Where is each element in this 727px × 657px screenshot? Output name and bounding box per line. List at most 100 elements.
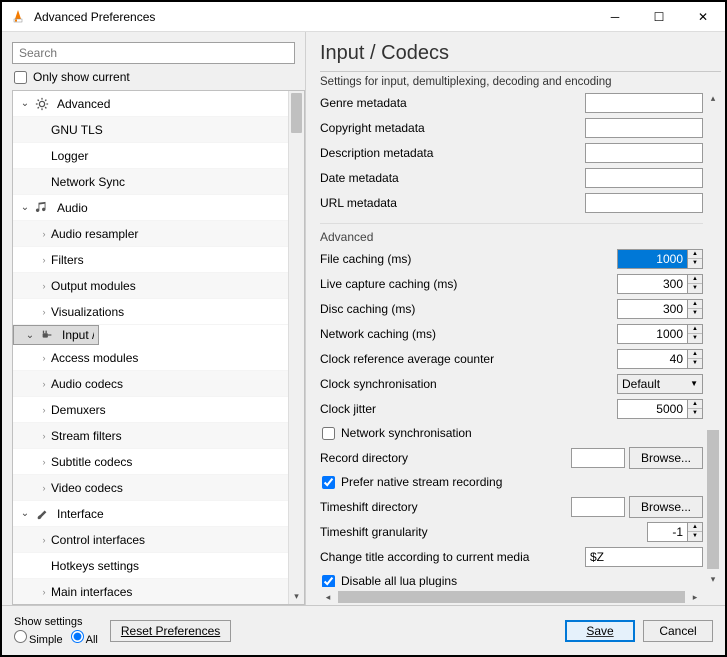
tree-node-network-sync[interactable]: Network Sync xyxy=(13,169,288,195)
timeshift-gran-input[interactable] xyxy=(647,522,687,542)
genre-metadata-input[interactable] xyxy=(585,93,703,113)
tree-node-access-modules[interactable]: ›Access modules xyxy=(13,345,288,371)
spin-up-icon[interactable]: ▲ xyxy=(688,250,702,260)
spin-down-icon[interactable]: ▼ xyxy=(688,334,702,343)
tree-node-label: Audio codecs xyxy=(49,377,288,391)
spin-up-icon[interactable]: ▲ xyxy=(688,300,702,310)
close-button[interactable]: ✕ xyxy=(681,2,725,32)
network-caching-input[interactable] xyxy=(617,324,687,344)
cancel-button[interactable]: Cancel xyxy=(643,620,713,642)
clock-ref-input[interactable] xyxy=(617,349,687,369)
date-metadata-label: Date metadata xyxy=(320,171,583,185)
timeshift-dir-input[interactable] xyxy=(571,497,625,517)
tree-node-stream-filters[interactable]: ›Stream filters xyxy=(13,423,288,449)
tree-scrollbar[interactable]: ▴ ▾ xyxy=(288,91,304,604)
preferences-tree[interactable]: ⌄AdvancedGNU TLSLoggerNetwork Sync⌄Audio… xyxy=(13,91,288,604)
tree-node-gnu-tls[interactable]: GNU TLS xyxy=(13,117,288,143)
tree-node-advanced[interactable]: ⌄Advanced xyxy=(13,91,288,117)
spin-up-icon[interactable]: ▲ xyxy=(688,400,702,410)
spin-up-icon[interactable]: ▲ xyxy=(688,350,702,360)
all-radio-label[interactable]: All xyxy=(71,630,98,646)
spin-up-icon[interactable]: ▲ xyxy=(688,275,702,285)
maximize-button[interactable]: ☐ xyxy=(637,2,681,32)
prefer-native-checkbox[interactable] xyxy=(322,476,335,489)
tree-node-input-codecs[interactable]: ⌄Input / Codecs xyxy=(13,325,99,345)
tree-node-control-interfaces[interactable]: ›Control interfaces xyxy=(13,527,288,553)
expand-arrow-icon: › xyxy=(39,255,49,265)
tree-node-audio-codecs[interactable]: ›Audio codecs xyxy=(13,371,288,397)
search-input[interactable] xyxy=(12,42,295,64)
url-metadata-input[interactable] xyxy=(585,193,703,213)
disc-caching-spinner[interactable]: ▲▼ xyxy=(617,299,703,319)
timeshift-dir-browse-button[interactable]: Browse... xyxy=(629,496,703,518)
all-radio[interactable] xyxy=(71,630,84,643)
tree-node-video-codecs[interactable]: ›Video codecs xyxy=(13,475,288,501)
network-caching-spinner[interactable]: ▲▼ xyxy=(617,324,703,344)
copyright-metadata-input[interactable] xyxy=(585,118,703,138)
spin-down-icon[interactable]: ▼ xyxy=(688,409,702,418)
reset-preferences-button[interactable]: Reset Preferences xyxy=(110,620,231,642)
expand-arrow-icon: › xyxy=(39,229,49,239)
file-caching-spinner[interactable]: ▲▼ xyxy=(617,249,703,269)
scroll-down-icon[interactable]: ▾ xyxy=(289,588,304,604)
clock-jitter-input[interactable] xyxy=(617,399,687,419)
description-metadata-input[interactable] xyxy=(585,143,703,163)
live-caching-input[interactable] xyxy=(617,274,687,294)
tree-node-audio-resampler[interactable]: ›Audio resampler xyxy=(13,221,288,247)
record-dir-browse-button[interactable]: Browse... xyxy=(629,447,703,469)
simple-radio[interactable] xyxy=(14,630,27,643)
save-button[interactable]: Save xyxy=(565,620,635,642)
tree-node-hotkeys-settings[interactable]: Hotkeys settings xyxy=(13,553,288,579)
date-metadata-input[interactable] xyxy=(585,168,703,188)
tree-node-demuxers[interactable]: ›Demuxers xyxy=(13,397,288,423)
body: Only show current ⌄AdvancedGNU TLSLogger… xyxy=(2,32,725,605)
tree-node-label: Video codecs xyxy=(49,481,288,495)
file-caching-label: File caching (ms) xyxy=(320,252,583,266)
scroll-thumb[interactable] xyxy=(291,93,302,133)
minimize-button[interactable]: ─ xyxy=(593,2,637,32)
spin-down-icon[interactable]: ▼ xyxy=(688,284,702,293)
clock-sync-select[interactable]: Default▼ xyxy=(617,374,703,394)
scroll-thumb[interactable] xyxy=(707,430,719,569)
tree-node-subtitle-codecs[interactable]: ›Subtitle codecs xyxy=(13,449,288,475)
only-show-current[interactable]: Only show current xyxy=(14,70,295,84)
change-title-input[interactable] xyxy=(585,547,703,567)
network-sync-checkbox[interactable] xyxy=(322,427,335,440)
scroll-right-icon[interactable]: ▸ xyxy=(687,589,703,605)
file-caching-input[interactable] xyxy=(617,249,687,269)
tree-node-audio[interactable]: ⌄Audio xyxy=(13,195,288,221)
tree-node-logger[interactable]: Logger xyxy=(13,143,288,169)
tree-node-label: Interface xyxy=(55,507,288,521)
scroll-up-icon[interactable]: ▴ xyxy=(705,90,721,106)
simple-radio-label[interactable]: Simple xyxy=(14,630,63,646)
spin-down-icon[interactable]: ▼ xyxy=(688,309,702,318)
expand-arrow-icon: › xyxy=(39,307,49,317)
tree-node-interface[interactable]: ⌄Interface xyxy=(13,501,288,527)
tree-node-visualizations[interactable]: ›Visualizations xyxy=(13,299,288,325)
disable-lua-checkbox[interactable] xyxy=(322,575,335,588)
panel-hscrollbar[interactable]: ◂ ▸ xyxy=(320,589,703,605)
plug-icon xyxy=(38,326,56,344)
only-show-current-checkbox[interactable] xyxy=(14,71,27,84)
disc-caching-input[interactable] xyxy=(617,299,687,319)
prefer-native-label: Prefer native stream recording xyxy=(341,475,502,489)
spin-down-icon[interactable]: ▼ xyxy=(688,259,702,268)
tree-node-label: Stream filters xyxy=(49,429,288,443)
timeshift-gran-spinner[interactable]: ▲▼ xyxy=(647,522,703,542)
clock-jitter-spinner[interactable]: ▲▼ xyxy=(617,399,703,419)
tree-node-filters[interactable]: ›Filters xyxy=(13,247,288,273)
record-dir-input[interactable] xyxy=(571,448,625,468)
twisty-icon: ⌄ xyxy=(19,202,31,213)
tree-node-output-modules[interactable]: ›Output modules xyxy=(13,273,288,299)
tree-node-main-interfaces[interactable]: ›Main interfaces xyxy=(13,579,288,604)
scroll-down-icon[interactable]: ▾ xyxy=(705,571,721,587)
spin-down-icon[interactable]: ▼ xyxy=(688,532,702,541)
live-caching-spinner[interactable]: ▲▼ xyxy=(617,274,703,294)
scroll-thumb[interactable] xyxy=(338,591,685,603)
spin-up-icon[interactable]: ▲ xyxy=(688,325,702,335)
scroll-left-icon[interactable]: ◂ xyxy=(320,589,336,605)
spin-down-icon[interactable]: ▼ xyxy=(688,359,702,368)
spin-up-icon[interactable]: ▲ xyxy=(688,523,702,533)
panel-vscrollbar[interactable]: ▴ ▾ xyxy=(705,90,721,587)
clock-ref-spinner[interactable]: ▲▼ xyxy=(617,349,703,369)
